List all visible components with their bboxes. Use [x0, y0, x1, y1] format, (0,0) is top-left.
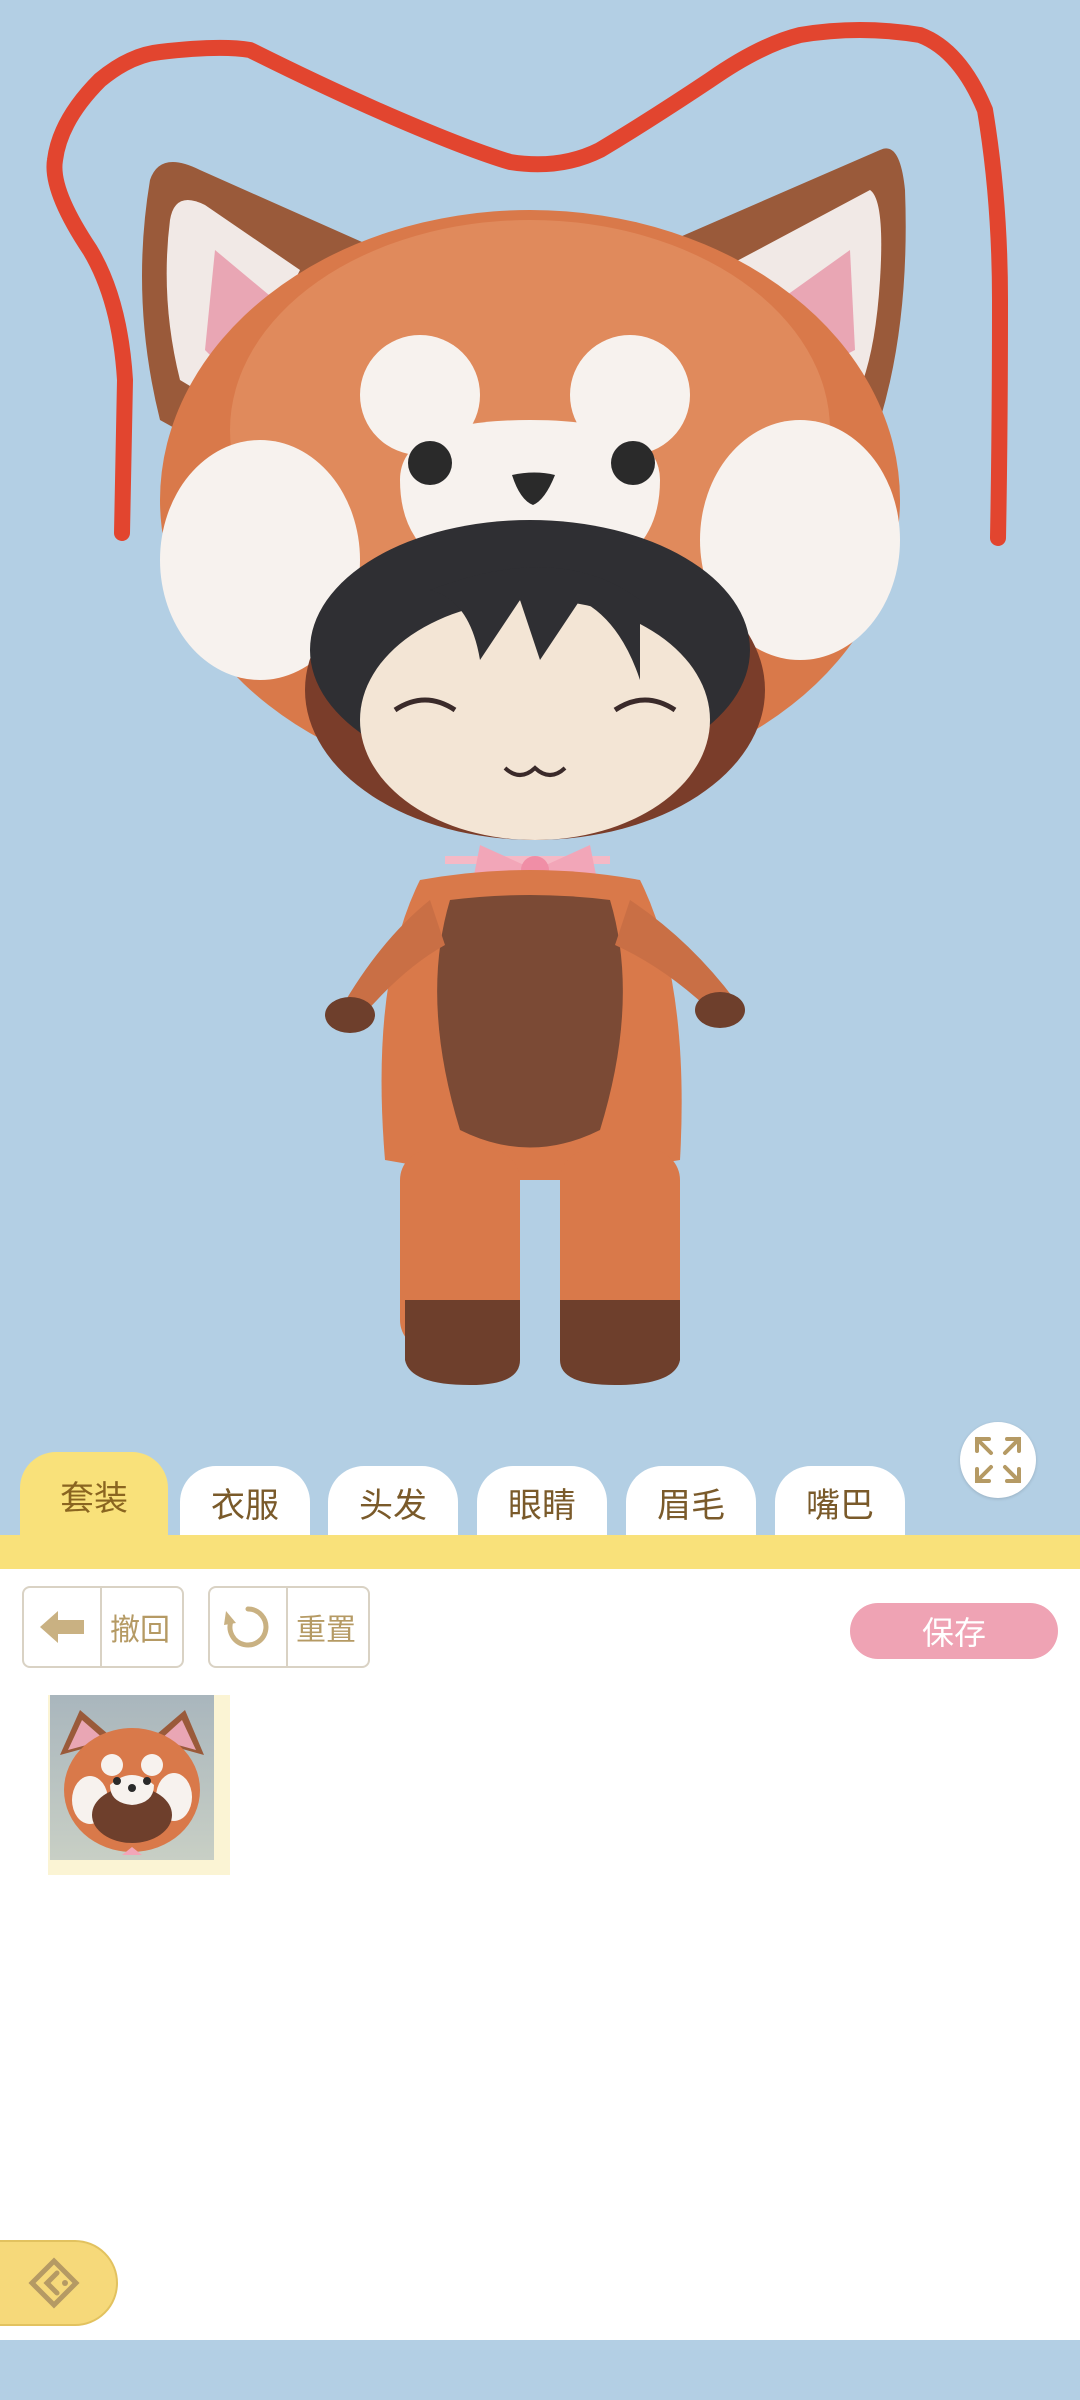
- save-button[interactable]: 保存: [850, 1603, 1058, 1659]
- tab-mouth[interactable]: 嘴巴: [775, 1466, 905, 1538]
- back-button[interactable]: [0, 2240, 118, 2326]
- tab-hair[interactable]: 头发: [328, 1466, 458, 1538]
- outfit-item-red-panda[interactable]: [48, 1695, 230, 1875]
- tab-outfit[interactable]: 套装: [20, 1452, 168, 1538]
- reset-icon: [210, 1588, 288, 1666]
- save-label: 保存: [921, 1614, 986, 1652]
- bottom-bar: [0, 2340, 1080, 2400]
- back-arrow-icon: [24, 1588, 102, 1666]
- tab-label: 眉毛: [657, 1485, 725, 1526]
- tab-label: 头发: [359, 1485, 427, 1526]
- tab-clothes[interactable]: 衣服: [180, 1466, 310, 1538]
- tab-underline-bar: [0, 1535, 1080, 1569]
- tab-label: 衣服: [211, 1485, 279, 1526]
- tab-eyes[interactable]: 眼睛: [477, 1466, 607, 1538]
- tab-label: 套装: [60, 1478, 128, 1519]
- category-tabs: 套装 衣服 头发 眼睛 眉毛 嘴巴: [0, 1448, 1080, 1538]
- avatar-illustration: [46, 22, 1008, 1385]
- tab-label: 嘴巴: [806, 1485, 874, 1526]
- tab-label: 眼睛: [508, 1485, 576, 1526]
- diamond-back-icon: [28, 2257, 80, 2309]
- tab-eyebrows[interactable]: 眉毛: [626, 1466, 756, 1538]
- undo-button[interactable]: 撤回: [22, 1586, 184, 1668]
- undo-label: 撤回: [110, 1613, 170, 1648]
- avatar-stage[interactable]: [0, 0, 1080, 1535]
- reset-button[interactable]: 重置: [208, 1586, 370, 1668]
- reset-label: 重置: [296, 1613, 356, 1648]
- outfit-thumbnail: [50, 1695, 214, 1860]
